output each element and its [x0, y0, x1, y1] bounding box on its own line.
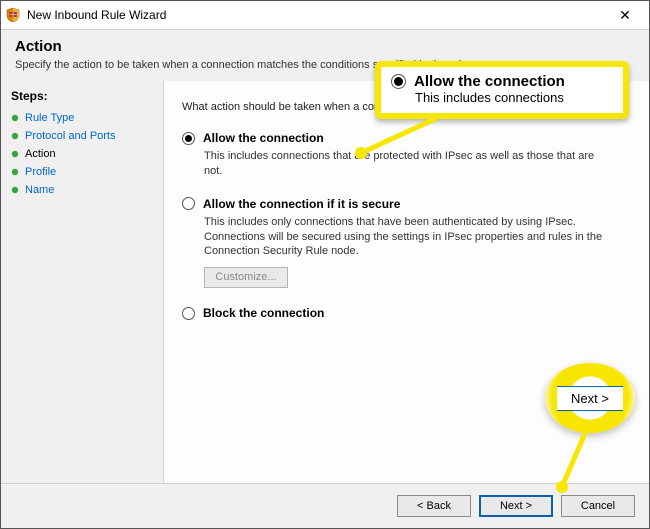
titlebar: New Inbound Rule Wizard ✕ [1, 1, 649, 30]
step-name[interactable]: Name [11, 181, 153, 199]
option-description: This includes only connections that have… [204, 215, 604, 260]
next-button[interactable]: Next > [479, 495, 553, 517]
step-profile[interactable]: Profile [11, 163, 153, 181]
wizard-window: New Inbound Rule Wizard ✕ Action Specify… [0, 0, 650, 529]
wizard-footer: < Back Next > Cancel [1, 483, 649, 528]
option-block-connection[interactable]: Block the connection [182, 306, 631, 320]
radio-icon[interactable] [182, 197, 195, 210]
window-title: New Inbound Rule Wizard [27, 8, 166, 22]
content-prompt: What action should be taken when a conne… [182, 101, 631, 113]
bullet-icon [11, 186, 19, 194]
step-label: Action [25, 148, 56, 160]
page-subtitle: Specify the action to be taken when a co… [15, 59, 635, 71]
close-icon: ✕ [619, 7, 631, 24]
step-label: Protocol and Ports [25, 130, 116, 142]
bullet-icon [11, 168, 19, 176]
bullet-icon [11, 150, 19, 158]
step-rule-type[interactable]: Rule Type [11, 109, 153, 127]
option-allow-if-secure[interactable]: Allow the connection if it is secure Thi… [182, 197, 631, 289]
wizard-body: Steps: Rule Type Protocol and Ports Acti… [1, 81, 649, 483]
step-label: Profile [25, 166, 56, 178]
option-allow-connection[interactable]: Allow the connection This includes conne… [182, 131, 631, 179]
wizard-content: What action should be taken when a conne… [163, 81, 649, 483]
step-label: Name [25, 184, 54, 196]
step-label: Rule Type [25, 112, 74, 124]
cancel-button[interactable]: Cancel [561, 495, 635, 517]
option-label: Allow the connection if it is secure [203, 197, 400, 211]
radio-icon[interactable] [182, 307, 195, 320]
bullet-icon [11, 114, 19, 122]
firewall-shield-icon [5, 7, 21, 23]
option-label: Allow the connection [203, 131, 324, 145]
customize-button: Customize... [204, 267, 288, 288]
steps-heading: Steps: [11, 89, 153, 103]
step-action[interactable]: Action [11, 145, 153, 163]
option-label: Block the connection [203, 306, 324, 320]
wizard-header: Action Specify the action to be taken wh… [1, 30, 649, 81]
radio-icon[interactable] [182, 132, 195, 145]
page-title: Action [15, 38, 635, 55]
close-button[interactable]: ✕ [605, 1, 645, 29]
back-button[interactable]: < Back [397, 495, 471, 517]
step-protocol-and-ports[interactable]: Protocol and Ports [11, 127, 153, 145]
option-description: This includes connections that are prote… [204, 149, 604, 179]
steps-sidebar: Steps: Rule Type Protocol and Ports Acti… [1, 81, 163, 483]
bullet-icon [11, 132, 19, 140]
